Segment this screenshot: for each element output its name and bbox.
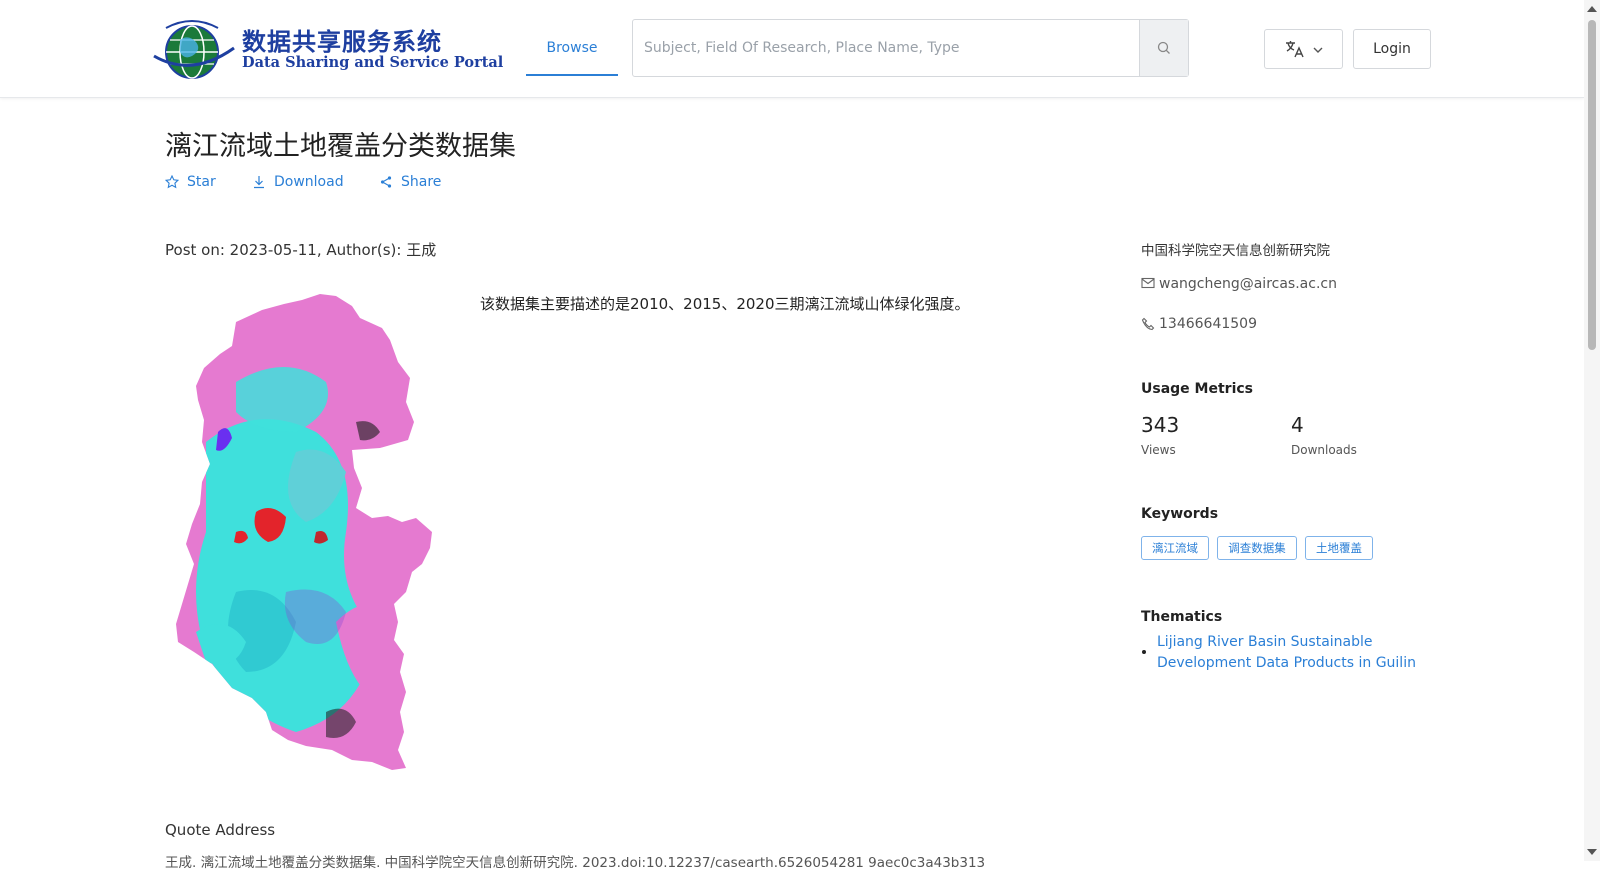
star-label: Star	[187, 174, 216, 190]
search-bar	[632, 19, 1189, 77]
language-switcher[interactable]	[1264, 29, 1343, 69]
star-icon	[165, 175, 179, 189]
star-button[interactable]: Star	[165, 171, 220, 193]
search-input[interactable]	[633, 20, 1138, 76]
share-label: Share	[401, 174, 442, 190]
dataset-description: 该数据集主要描述的是2010、2015、2020三期漓江流域山体绿化强度。	[480, 295, 970, 313]
downloads-count: 4	[1291, 413, 1304, 437]
organization-name: 中国科学院空天信息创新研究院	[1141, 243, 1330, 259]
logo-title-en: Data Sharing and Service Portal	[242, 54, 504, 71]
views-count: 343	[1141, 413, 1180, 437]
chevron-down-icon	[1313, 47, 1323, 53]
page-scrollbar[interactable]	[1584, 0, 1600, 861]
share-button[interactable]: Share	[379, 171, 444, 193]
download-label: Download	[274, 174, 344, 190]
scroll-up-arrow-icon[interactable]	[1587, 6, 1597, 12]
usage-metrics-heading: Usage Metrics	[1141, 381, 1253, 397]
mail-icon	[1141, 277, 1155, 289]
dataset-thumbnail-map	[176, 294, 432, 770]
quote-address-heading: Quote Address	[165, 821, 276, 839]
search-button[interactable]	[1139, 20, 1188, 76]
share-icon	[380, 176, 392, 188]
views-label: Views	[1141, 443, 1176, 457]
keyword-tag[interactable]: 漓江流域	[1141, 536, 1209, 560]
top-header: 数据共享服务系统 Data Sharing and Service Portal…	[0, 0, 1584, 98]
quote-address-text: 王成. 漓江流域土地覆盖分类数据集. 中国科学院空天信息创新研究院. 2023.…	[165, 855, 986, 871]
email-text: wangcheng@aircas.ac.cn	[1159, 276, 1337, 292]
logo-title-cn: 数据共享服务系统	[242, 27, 442, 56]
scrollbar-thumb[interactable]	[1588, 20, 1596, 350]
keyword-tag[interactable]: 土地覆盖	[1305, 536, 1373, 560]
post-meta: Post on: 2023-05-11, Author(s): 王成	[165, 241, 437, 259]
download-button[interactable]: Download	[252, 171, 347, 193]
nav-browse[interactable]: Browse	[526, 18, 618, 76]
site-logo[interactable]: 数据共享服务系统 Data Sharing and Service Portal	[152, 16, 503, 82]
downloads-label: Downloads	[1291, 443, 1357, 457]
keywords-heading: Keywords	[1141, 506, 1219, 522]
search-icon	[1157, 41, 1170, 54]
phone-icon	[1141, 317, 1155, 331]
dataset-title: 漓江流域土地覆盖分类数据集	[165, 131, 516, 162]
login-button[interactable]: Login	[1353, 29, 1431, 69]
list-bullet	[1142, 650, 1146, 654]
keyword-tag[interactable]: 调查数据集	[1217, 536, 1297, 560]
download-icon	[254, 176, 264, 189]
thematics-heading: Thematics	[1141, 609, 1223, 625]
thematic-link[interactable]: Lijiang River Basin Sustainable Developm…	[1157, 632, 1437, 674]
translate-icon	[1286, 41, 1304, 58]
globe-logo-icon	[153, 20, 235, 79]
phone-text: 13466641509	[1159, 316, 1257, 332]
scroll-down-arrow-icon[interactable]	[1587, 849, 1597, 855]
